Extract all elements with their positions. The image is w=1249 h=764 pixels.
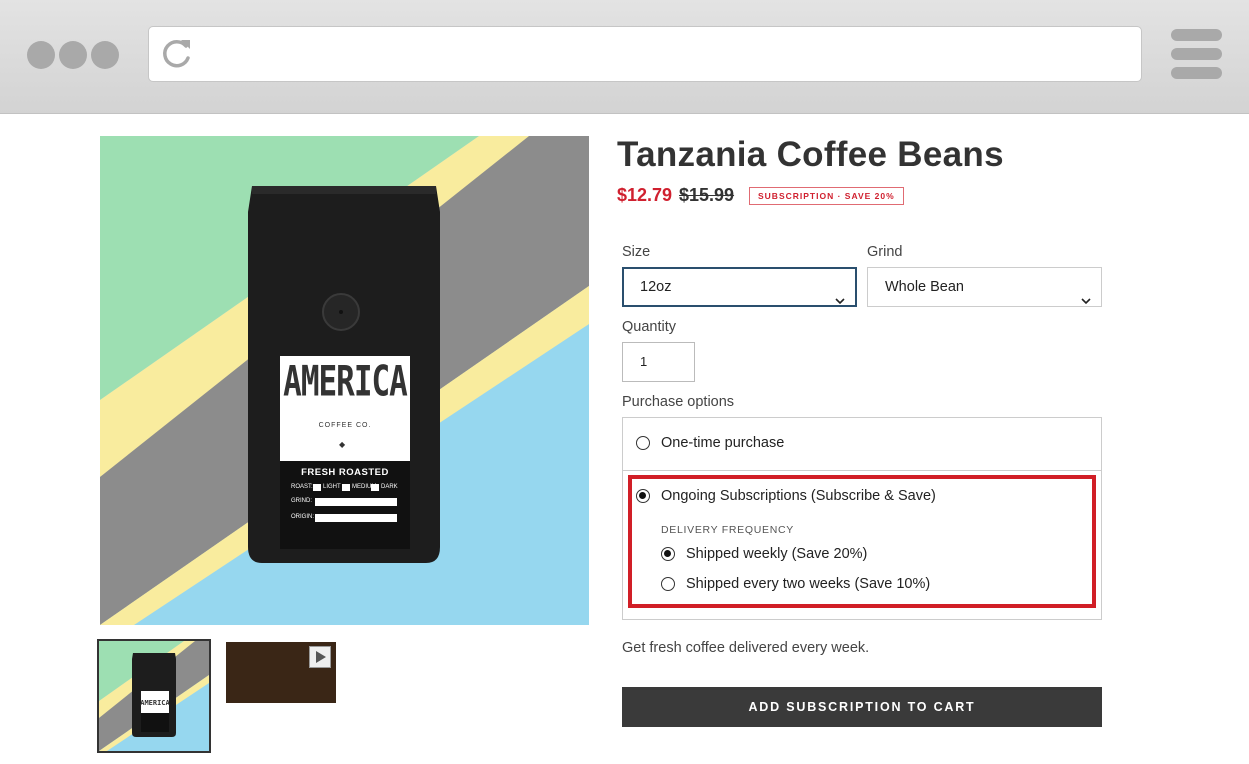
browser-chrome xyxy=(0,0,1249,114)
window-dot-3 xyxy=(91,41,119,69)
grind-select[interactable]: Whole Bean xyxy=(867,267,1102,307)
quantity-input[interactable]: 1 xyxy=(622,342,695,382)
purchase-options-label: Purchase options xyxy=(622,394,735,410)
size-select-value: 12oz xyxy=(640,279,672,295)
product-description: Get fresh coffee delivered every week. xyxy=(622,640,870,656)
grind-label: Grind xyxy=(867,244,903,260)
hamburger-menu-icon[interactable] xyxy=(1171,29,1222,86)
product-title: Tanzania Coffee Beans xyxy=(617,135,1004,174)
size-label: Size xyxy=(622,244,651,260)
quantity-label: Quantity xyxy=(622,319,676,335)
thumbnail-video[interactable] xyxy=(226,642,336,703)
diamond-icon: ◆ xyxy=(339,440,346,449)
reload-icon[interactable] xyxy=(159,36,195,77)
add-to-cart-button[interactable]: ADD SUBSCRIPTION TO CART xyxy=(622,687,1102,727)
bag-roast: ROAST: xyxy=(291,484,313,490)
bag-roast-light: LIGHT xyxy=(323,484,341,490)
thumbnail-bag[interactable]: AMERICA xyxy=(97,639,211,753)
one-time-label[interactable]: One-time purchase xyxy=(661,435,784,451)
subscription-highlight-box xyxy=(628,475,1096,608)
bag-grind: GRIND: xyxy=(291,498,312,504)
chevron-down-icon xyxy=(1081,282,1091,320)
size-select[interactable]: 12oz xyxy=(622,267,857,307)
window-dot-1 xyxy=(27,41,55,69)
subscription-badge: SUBSCRIPTION · SAVE 20% xyxy=(749,187,904,205)
window-dot-2 xyxy=(59,41,87,69)
chevron-down-icon xyxy=(835,283,845,319)
compare-at-price: $15.99 xyxy=(679,185,735,205)
sale-price: $12.79 xyxy=(617,185,673,205)
bag-roast-medium: MEDIUM xyxy=(352,484,377,490)
bag-brand-sub: COFFEE CO. xyxy=(318,422,372,429)
bag-brand: AMERICA xyxy=(283,357,408,407)
bag-band: FRESH ROASTED xyxy=(301,467,389,478)
options-divider xyxy=(623,470,1101,471)
grind-select-value: Whole Bean xyxy=(885,279,964,295)
one-time-radio[interactable] xyxy=(636,436,650,450)
bag-roast-dark: DARK xyxy=(381,484,398,490)
address-bar[interactable] xyxy=(148,26,1142,82)
svg-text:AMERICA: AMERICA xyxy=(140,699,170,707)
play-icon[interactable] xyxy=(309,646,331,668)
bag-origin: ORIGIN: xyxy=(291,514,315,520)
